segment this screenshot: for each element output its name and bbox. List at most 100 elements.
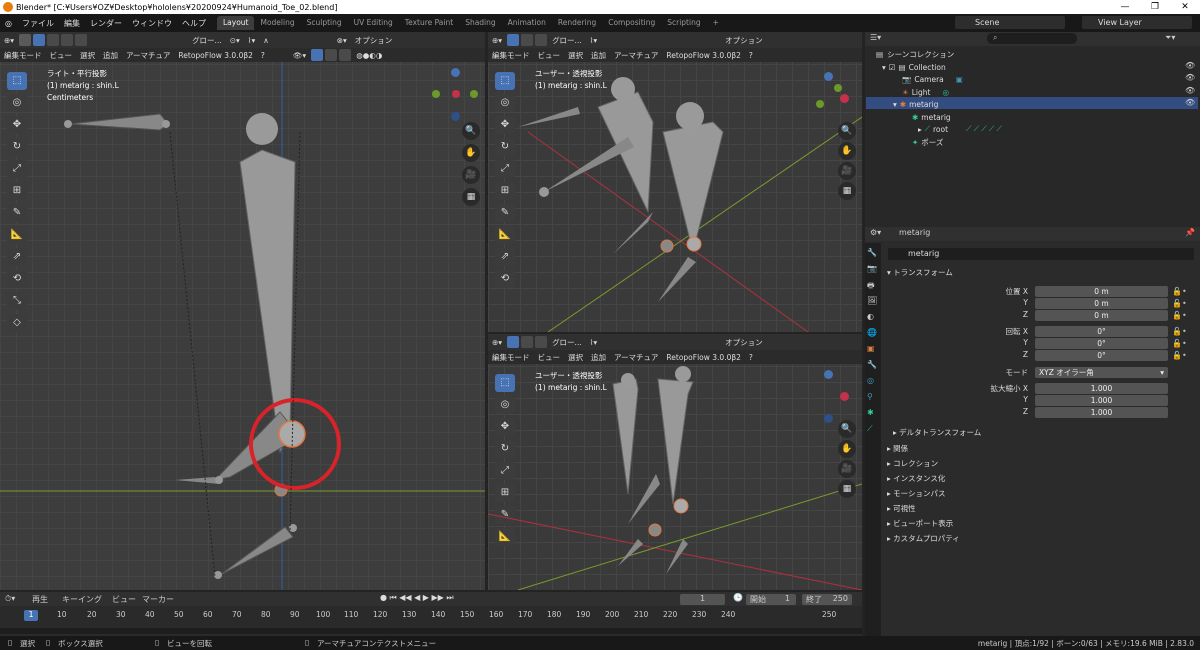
outliner-type-icon[interactable]: ☰▾ <box>870 33 881 42</box>
blender-menu-icon[interactable]: ◎ <box>0 19 17 28</box>
modifier-tab-icon[interactable]: 🔧 <box>867 360 879 376</box>
outliner-row-camera[interactable]: 📷 Camera ▣ <box>902 73 963 85</box>
panel-visibility[interactable]: ▸ 可視性 <box>887 503 916 514</box>
location-y-field[interactable]: 0 m <box>1035 298 1168 309</box>
delta-transform-header[interactable]: ▸ デルタトランスフォーム <box>893 427 981 438</box>
panel-collections[interactable]: ▸ コレクション <box>887 458 938 469</box>
scale-x-field[interactable]: 1.000 <box>1035 383 1168 394</box>
menu-marker[interactable]: マーカー <box>142 594 174 605</box>
viewport-bottom-right[interactable]: ⊕▾ グロー... ⌇▾ オプション 編集モード ビュー 選択 追加 アーマチュ… <box>488 334 862 590</box>
tab-layout[interactable]: Layout <box>216 16 255 30</box>
location-z-field[interactable]: 0 m <box>1035 310 1168 321</box>
rotation-z-field[interactable]: 0° <box>1035 350 1168 361</box>
current-frame-field[interactable]: 1 <box>680 594 725 605</box>
minimize-button[interactable]: — <box>1110 0 1140 14</box>
eye-icon[interactable]: 👁 <box>1185 73 1195 82</box>
location-x-field[interactable]: 0 m <box>1035 286 1168 297</box>
ortho-toggle-icon[interactable]: ▦ <box>838 480 856 498</box>
menu-keying[interactable]: キーイング <box>62 594 102 605</box>
tab-scripting[interactable]: Scripting <box>661 16 706 30</box>
armature-data-tab-icon[interactable]: ✱ <box>867 408 879 424</box>
add-workspace-button[interactable]: + <box>707 16 725 30</box>
viewport-top-right[interactable]: ⊕▾ グロー... ⌇▾ オプション 編集モード ビュー 選択 追加 アーマチュ… <box>488 32 862 332</box>
tab-rendering[interactable]: Rendering <box>552 16 602 30</box>
scale-z-field[interactable]: 1.000 <box>1035 407 1168 418</box>
eye-icon[interactable]: 👁 <box>1185 98 1195 107</box>
timeline-scrollbar[interactable] <box>0 628 862 634</box>
lock-icon[interactable]: 🔓• <box>1172 310 1187 322</box>
rotation-x-field[interactable]: 0° <box>1035 326 1168 337</box>
camera-view-icon[interactable]: 🎥 <box>838 460 856 478</box>
outliner-row-pose[interactable]: ✦ ポーズ <box>912 136 943 148</box>
camera-view-icon[interactable]: 🎥 <box>838 162 856 180</box>
menu-view[interactable]: ビュー <box>112 594 136 605</box>
playback-controls[interactable]: ● ⏮ ◀◀ ◀ ▶ ▶▶ ⏭ <box>380 593 454 603</box>
nav-gizmo-left[interactable] <box>430 68 480 128</box>
zoom-icon[interactable]: 🔍 <box>838 122 856 140</box>
rotation-mode-select[interactable]: XYZ オイラー角 ▾ <box>1035 367 1168 378</box>
scene-tab-icon[interactable]: ◐ <box>867 312 879 328</box>
constraints-tab-icon[interactable]: ⚲ <box>867 392 879 408</box>
panel-instancing[interactable]: ▸ インスタンス化 <box>887 473 945 484</box>
checkbox-icon[interactable]: ☑ <box>889 63 896 72</box>
end-frame-field[interactable]: 終了 250 <box>802 594 852 605</box>
panel-custom-properties[interactable]: ▸ カスタムプロパティ <box>887 533 960 544</box>
tab-compositing[interactable]: Compositing <box>602 16 661 30</box>
start-frame-field[interactable]: 開始 1 <box>746 594 796 605</box>
outliner-row-collection[interactable]: ▾ ☑ ▤ Collection <box>882 61 946 73</box>
eye-icon[interactable]: 👁 <box>1185 61 1195 70</box>
tab-uv-editing[interactable]: UV Editing <box>348 16 399 30</box>
physics-tab-icon[interactable]: ◎ <box>867 376 879 392</box>
lock-icon[interactable]: 🔓• <box>1172 298 1187 310</box>
world-tab-icon[interactable]: 🌐 <box>867 328 879 344</box>
lock-icon[interactable]: 🔓• <box>1172 350 1187 362</box>
lock-icon[interactable]: 🔓• <box>1172 286 1187 298</box>
menu-help[interactable]: ヘルプ <box>177 18 211 29</box>
render-tab-icon[interactable]: 📷 <box>867 264 879 280</box>
outliner-row-metarig-data[interactable]: ✱ metarig <box>912 111 951 123</box>
tool-tab-icon[interactable]: 🔧 <box>867 248 879 264</box>
camera-view-icon[interactable]: 🎥 <box>462 166 480 184</box>
menu-edit[interactable]: 編集 <box>59 18 85 29</box>
view-layer-tab-icon[interactable]: 🖼 <box>867 296 879 312</box>
timeline-type-icon[interactable]: ⏱▾ <box>5 594 15 604</box>
pan-hand-icon[interactable]: ✋ <box>838 142 856 160</box>
lock-icon[interactable]: 🔓• <box>1172 326 1187 338</box>
bone-tab-icon[interactable]: ⟋ <box>867 424 879 440</box>
tab-shading[interactable]: Shading <box>459 16 501 30</box>
tab-modeling[interactable]: Modeling <box>254 16 300 30</box>
transform-panel-header[interactable]: ▾ トランスフォーム <box>887 267 953 278</box>
tab-texture-paint[interactable]: Texture Paint <box>399 16 459 30</box>
playhead[interactable]: 1 <box>24 610 38 621</box>
maximize-button[interactable]: ❐ <box>1140 0 1170 14</box>
menu-render[interactable]: レンダー <box>85 18 127 29</box>
zoom-icon[interactable]: 🔍 <box>462 122 480 140</box>
ortho-toggle-icon[interactable]: ▦ <box>838 182 856 200</box>
scene-selector[interactable]: Scene <box>955 16 1065 29</box>
rotation-y-field[interactable]: 0° <box>1035 338 1168 349</box>
outliner-search-input[interactable]: ⌕ <box>987 33 1077 44</box>
ortho-toggle-icon[interactable]: ▦ <box>462 188 480 206</box>
viewport-left[interactable]: ⊕▾ グロー... ⊙▾ ⌇▾ ∧ ⊗▾ オプション 編集モード ビュー 選択 … <box>0 32 485 590</box>
scale-y-field[interactable]: 1.000 <box>1035 395 1168 406</box>
menu-playback[interactable]: 再生 <box>32 594 48 605</box>
output-tab-icon[interactable]: 🖶 <box>867 280 879 296</box>
eye-icon[interactable]: 👁 <box>1185 86 1195 95</box>
panel-relations[interactable]: ▸ 関係 <box>887 443 908 454</box>
object-name-field[interactable]: metarig <box>888 248 1194 260</box>
menu-file[interactable]: ファイル <box>17 18 59 29</box>
outliner-row-root[interactable]: ▸ ⟋ root ⟋ ⟋ ⟋ ⟋ ⟋ <box>918 123 1002 135</box>
panel-motion-paths[interactable]: ▸ モーションパス <box>887 488 946 499</box>
pan-hand-icon[interactable]: ✋ <box>462 144 480 162</box>
clock-icon[interactable]: 🕒 <box>733 593 743 602</box>
pin-icon[interactable]: 📌 <box>1185 228 1195 237</box>
zoom-icon[interactable]: 🔍 <box>838 420 856 438</box>
outliner-row-metarig[interactable]: ▾ ✱ metarig <box>893 98 938 110</box>
view-layer-selector[interactable]: View Layer <box>1082 16 1192 29</box>
lock-icon[interactable]: 🔓• <box>1172 338 1187 350</box>
menu-window[interactable]: ウィンドウ <box>127 18 177 29</box>
object-tab-icon[interactable]: ▣ <box>867 344 879 360</box>
tab-sculpting[interactable]: Sculpting <box>301 16 348 30</box>
pan-hand-icon[interactable]: ✋ <box>838 440 856 458</box>
tab-animation[interactable]: Animation <box>502 16 552 30</box>
